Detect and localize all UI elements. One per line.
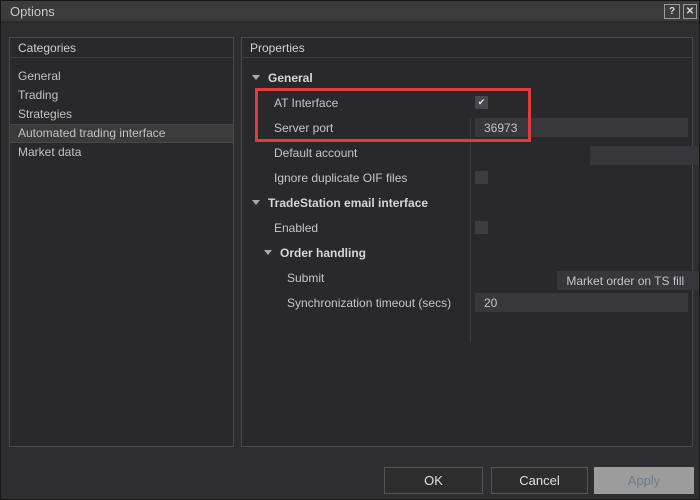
server-port-input[interactable] — [475, 118, 688, 137]
property-label: Synchronization timeout (secs) — [242, 296, 451, 310]
properties-header: Properties — [242, 38, 692, 58]
property-row-enabled: Enabled — [242, 215, 692, 240]
default-account-dropdown[interactable] — [590, 146, 700, 165]
category-item-market-data[interactable]: Market data — [10, 143, 233, 162]
property-row-sync-timeout: Synchronization timeout (secs) — [242, 290, 692, 315]
window-title: Options — [1, 4, 55, 19]
property-label: Server port — [242, 121, 333, 135]
categories-list: General Trading Strategies Automated tra… — [10, 67, 233, 162]
property-label: Ignore duplicate OIF files — [242, 171, 407, 185]
property-label: AT Interface — [242, 96, 338, 110]
collapse-arrow-icon[interactable] — [264, 250, 272, 255]
ignore-duplicate-oif-checkbox[interactable] — [475, 171, 488, 184]
group-label: General — [268, 71, 313, 85]
category-item-general[interactable]: General — [10, 67, 233, 86]
enabled-checkbox[interactable] — [475, 221, 488, 234]
property-row-server-port: Server port — [242, 115, 692, 140]
category-item-trading[interactable]: Trading — [10, 86, 233, 105]
group-row-general[interactable]: General — [242, 65, 692, 90]
group-label: Order handling — [280, 246, 366, 260]
group-label: TradeStation email interface — [268, 196, 428, 210]
apply-button[interactable]: Apply — [594, 467, 694, 494]
property-row-default-account: Default account — [242, 140, 692, 165]
group-row-order-handling[interactable]: Order handling — [242, 240, 692, 265]
collapse-arrow-icon[interactable] — [252, 75, 260, 80]
category-item-automated-trading-interface[interactable]: Automated trading interface — [10, 124, 233, 143]
cancel-button[interactable]: Cancel — [491, 467, 588, 494]
sync-timeout-input[interactable] — [475, 293, 688, 312]
titlebar[interactable]: Options ? ✕ — [1, 1, 699, 23]
properties-panel: Properties General AT Interface Server p… — [241, 37, 693, 447]
group-row-tradestation-email[interactable]: TradeStation email interface — [242, 190, 692, 215]
at-interface-checkbox[interactable] — [475, 96, 488, 109]
property-row-submit: Submit Market order on TS fill — [242, 265, 692, 290]
categories-header: Categories — [10, 38, 233, 58]
property-row-at-interface: AT Interface — [242, 90, 692, 115]
ok-button[interactable]: OK — [384, 467, 483, 494]
help-button[interactable]: ? — [664, 4, 680, 19]
options-dialog: Options ? ✕ Categories General Trading S… — [0, 0, 700, 500]
submit-dropdown[interactable]: Market order on TS fill — [557, 271, 700, 290]
property-label: Default account — [242, 146, 357, 160]
categories-panel: Categories General Trading Strategies Au… — [9, 37, 234, 447]
collapse-arrow-icon[interactable] — [252, 200, 260, 205]
close-button[interactable]: ✕ — [683, 4, 697, 19]
property-row-ignore-duplicate-oif: Ignore duplicate OIF files — [242, 165, 692, 190]
dropdown-value: Market order on TS fill — [566, 274, 684, 288]
property-label: Submit — [242, 271, 324, 285]
properties-grid: General AT Interface Server port Default… — [242, 65, 692, 315]
property-label: Enabled — [242, 221, 318, 235]
category-item-strategies[interactable]: Strategies — [10, 105, 233, 124]
